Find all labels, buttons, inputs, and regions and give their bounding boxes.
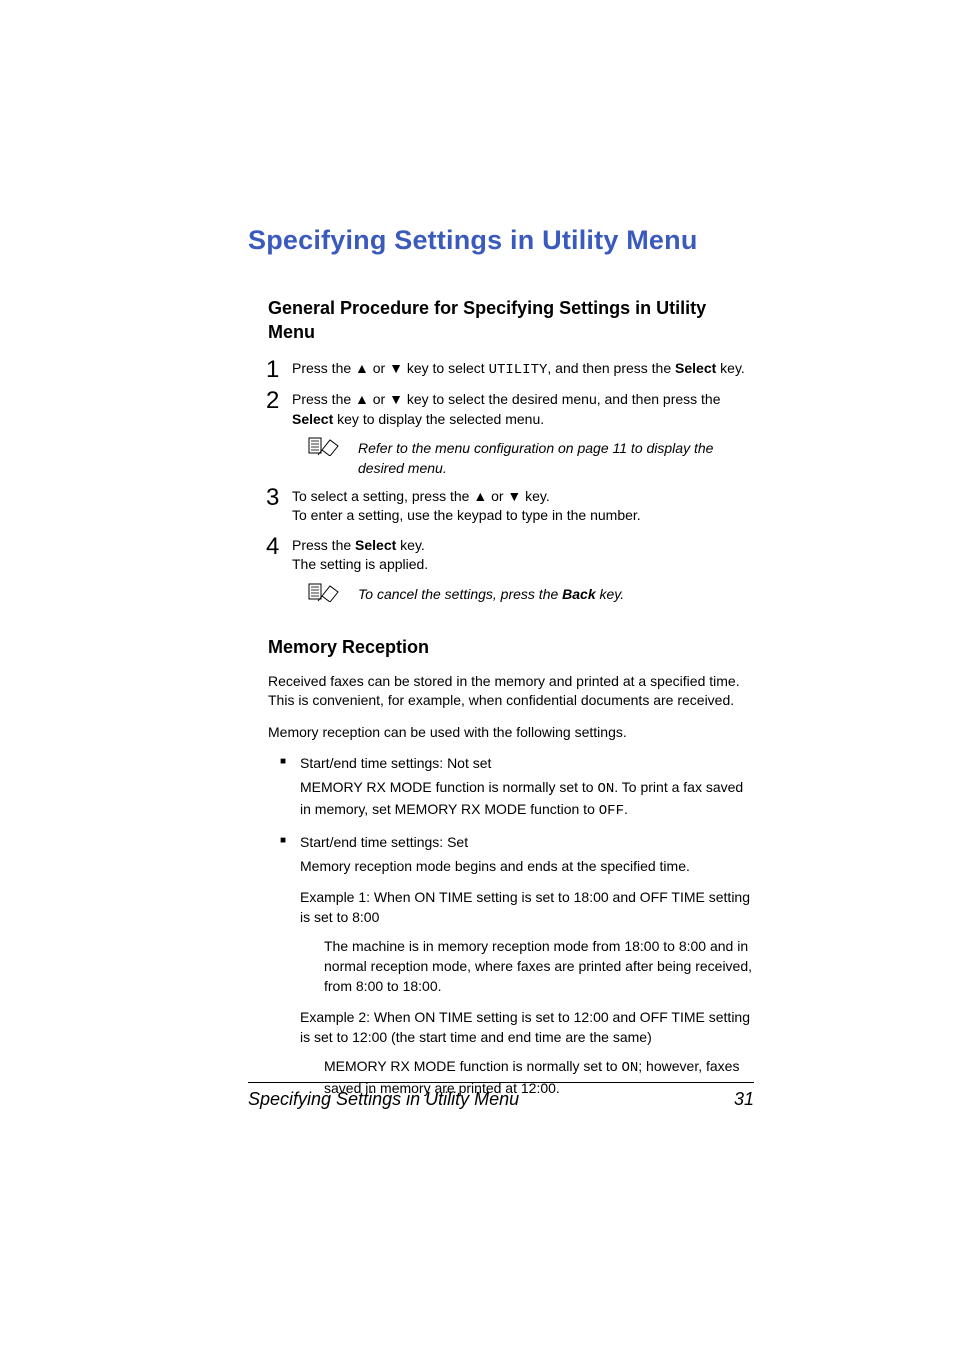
step-1: 1 Press the ▲ or ▼ key to select UTILITY… bbox=[268, 359, 754, 381]
bullet-body: Memory reception mode begins and ends at… bbox=[300, 857, 754, 877]
key-select: Select bbox=[675, 360, 716, 376]
note-icon bbox=[308, 582, 342, 602]
footer-divider bbox=[248, 1082, 754, 1083]
step-number: 2 bbox=[266, 384, 279, 418]
step-text: key. bbox=[396, 537, 425, 553]
step-4: 4 Press the Select key. The setting is a… bbox=[268, 536, 754, 575]
note-block: To cancel the settings, press the Back k… bbox=[308, 585, 754, 605]
text: . bbox=[624, 801, 628, 817]
mono-utility: UTILITY bbox=[489, 362, 548, 378]
mono-on: ON bbox=[597, 781, 614, 797]
note-icon bbox=[308, 436, 342, 456]
step-text: The setting is applied. bbox=[292, 556, 428, 572]
example-1: Example 1: When ON TIME setting is set t… bbox=[300, 888, 754, 927]
section-heading-general: General Procedure for Specifying Setting… bbox=[268, 296, 754, 345]
key-select: Select bbox=[292, 411, 333, 427]
text: MEMORY RX MODE function is normally set … bbox=[324, 1058, 621, 1074]
steps-block: 1 Press the ▲ or ▼ key to select UTILITY… bbox=[268, 359, 754, 605]
note-text: key. bbox=[596, 586, 625, 602]
step-text: , and then press the bbox=[547, 360, 675, 376]
body-paragraph: Received faxes can be stored in the memo… bbox=[268, 672, 754, 711]
step-text: Press the ▲ or ▼ key to select bbox=[292, 360, 489, 376]
page: Specifying Settings in Utility Menu Gene… bbox=[0, 0, 954, 1350]
footer-title: Specifying Settings in Utility Menu bbox=[248, 1089, 519, 1110]
example-2: Example 2: When ON TIME setting is set t… bbox=[300, 1008, 754, 1047]
example-1-detail: The machine is in memory reception mode … bbox=[324, 937, 754, 996]
note-text: Refer to the menu configuration on page … bbox=[358, 440, 713, 476]
step-text: key to display the selected menu. bbox=[333, 411, 544, 427]
step-number: 1 bbox=[266, 353, 279, 387]
bullet-item: Start/end time settings: Set bbox=[280, 833, 754, 853]
step-number: 4 bbox=[266, 530, 279, 564]
mono-off: OFF bbox=[599, 803, 624, 819]
note-text: To cancel the settings, press the bbox=[358, 586, 562, 602]
step-number: 3 bbox=[266, 481, 279, 515]
step-3: 3 To select a setting, press the ▲ or ▼ … bbox=[268, 487, 754, 526]
step-text: Press the bbox=[292, 537, 355, 553]
mono-on: ON bbox=[621, 1060, 638, 1076]
step-text: Press the ▲ or ▼ key to select the desir… bbox=[292, 391, 721, 407]
step-text: To select a setting, press the ▲ or ▼ ke… bbox=[292, 488, 550, 504]
page-number: 31 bbox=[734, 1089, 754, 1110]
bullet-item: Start/end time settings: Not set bbox=[280, 754, 754, 774]
step-2: 2 Press the ▲ or ▼ key to select the des… bbox=[268, 390, 754, 429]
section-heading-memory: Memory Reception bbox=[268, 637, 754, 658]
step-text: key. bbox=[716, 360, 745, 376]
body-paragraph: Memory reception can be used with the fo… bbox=[268, 723, 754, 743]
note-block: Refer to the menu configuration on page … bbox=[308, 439, 754, 478]
page-title: Specifying Settings in Utility Menu bbox=[248, 225, 754, 256]
text: MEMORY RX MODE function is normally set … bbox=[300, 779, 597, 795]
key-select: Select bbox=[355, 537, 396, 553]
bullet-body: MEMORY RX MODE function is normally set … bbox=[300, 778, 754, 821]
step-text: To enter a setting, use the keypad to ty… bbox=[292, 507, 641, 523]
page-footer: Specifying Settings in Utility Menu 31 bbox=[248, 1082, 754, 1110]
key-back: Back bbox=[562, 586, 595, 602]
